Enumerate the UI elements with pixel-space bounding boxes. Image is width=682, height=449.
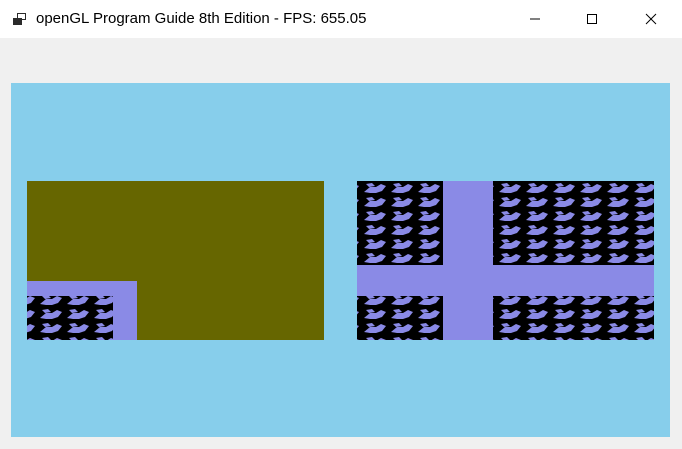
app-window-icon xyxy=(13,13,26,25)
application-window: openGL Program Guide 8th Edition - FPS: … xyxy=(0,0,682,449)
right-quad-tile-bottom-right xyxy=(493,296,654,340)
close-icon xyxy=(645,13,657,25)
right-quad-tile-top-left xyxy=(357,181,443,265)
maximize-button[interactable] xyxy=(569,0,615,38)
minimize-button[interactable] xyxy=(512,0,558,38)
minimize-icon xyxy=(530,18,540,20)
right-quad-tile-bottom-left xyxy=(357,296,443,340)
opengl-viewport[interactable] xyxy=(11,83,670,437)
right-quad-tile-top-right xyxy=(493,181,654,265)
right-quad xyxy=(357,181,654,340)
rendered-scene xyxy=(27,181,654,340)
close-button[interactable] xyxy=(628,0,674,38)
client-area xyxy=(0,38,682,449)
title-bar[interactable]: openGL Program Guide 8th Edition - FPS: … xyxy=(0,0,682,38)
left-quad-arrow-tile xyxy=(27,296,113,340)
window-title: openGL Program Guide 8th Edition - FPS: … xyxy=(36,10,367,27)
left-quad xyxy=(27,181,324,340)
maximize-icon xyxy=(587,14,597,24)
